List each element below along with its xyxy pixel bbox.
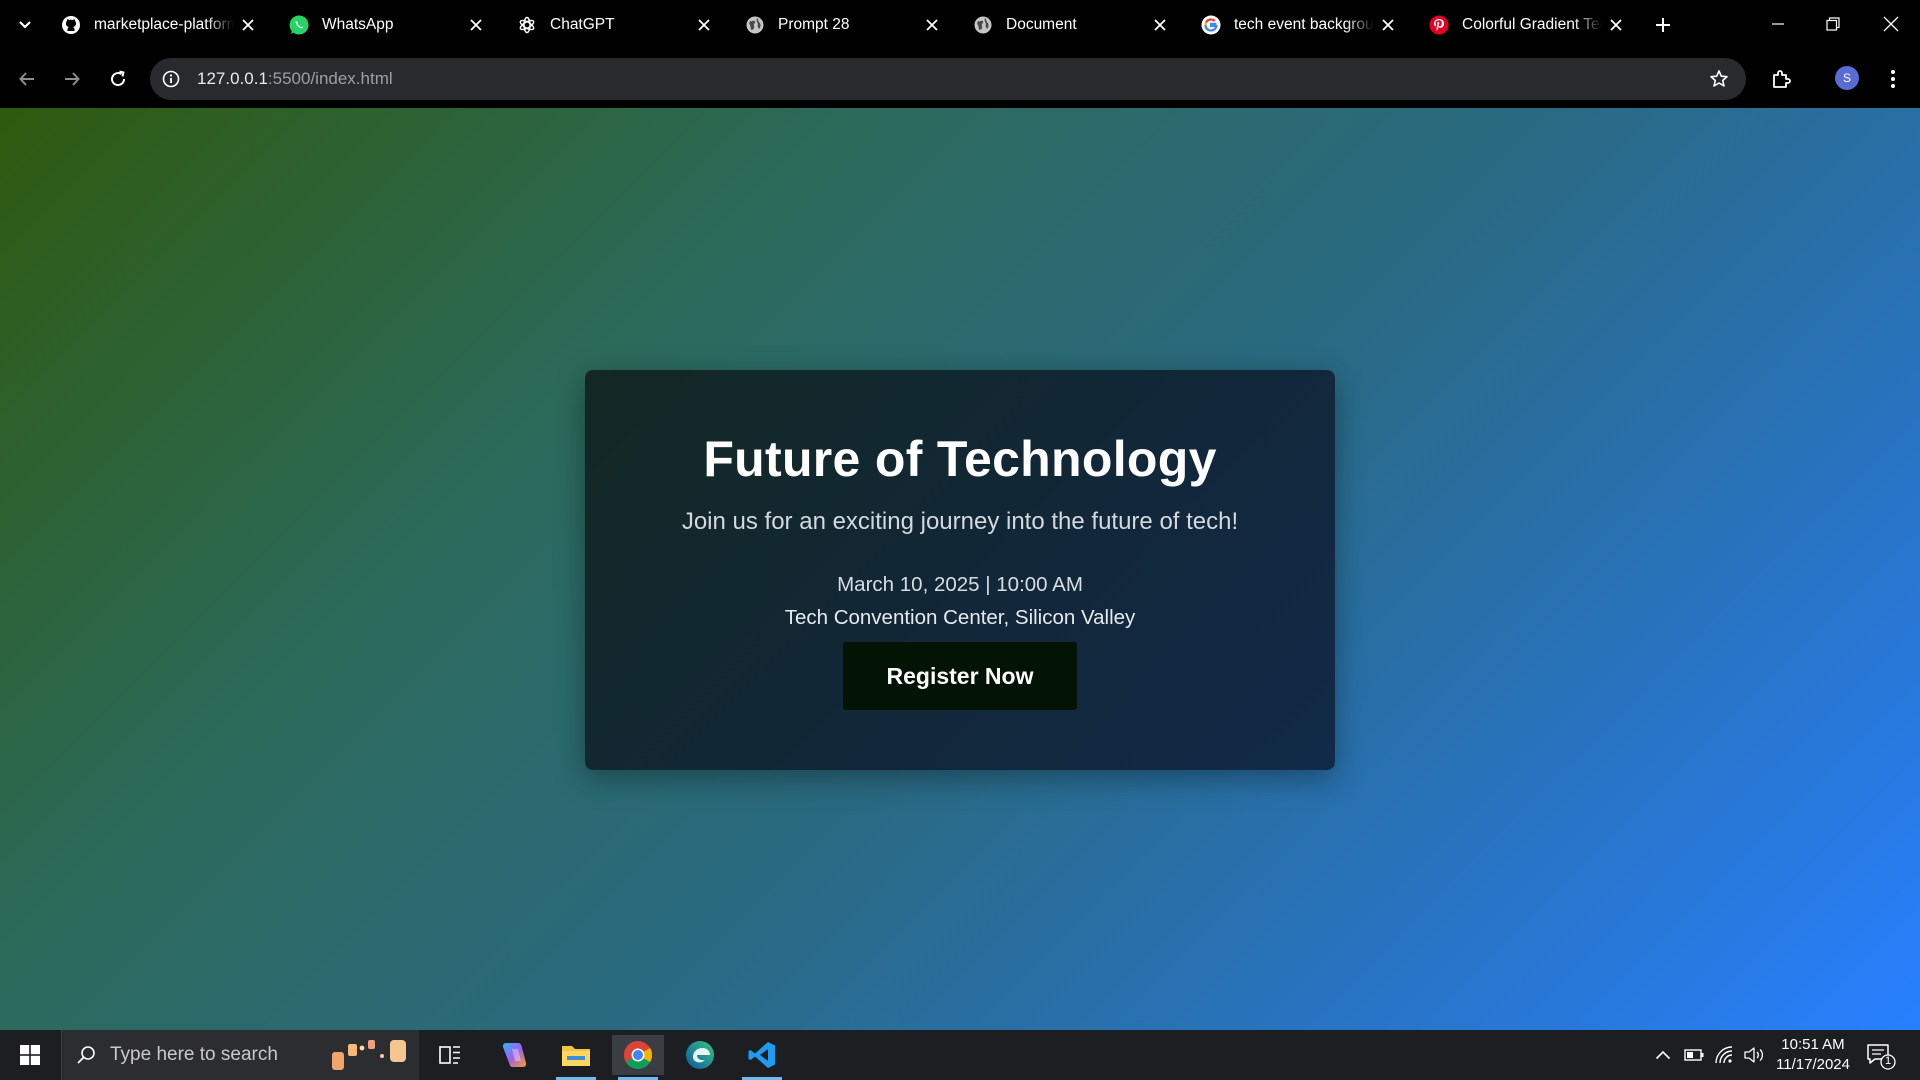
notification-count: 1 (1884, 1055, 1892, 1067)
volume-icon[interactable] (1743, 1044, 1765, 1066)
close-icon[interactable] (238, 15, 258, 35)
tab-title: marketplace-platform (94, 16, 234, 33)
new-tab-button[interactable] (1650, 12, 1676, 38)
tab-strip: marketplace-platform WhatsApp ChatGPT Pr… (0, 0, 1920, 50)
tab-title: tech event background (1234, 16, 1374, 33)
show-hidden-icons-button[interactable] (1652, 1044, 1674, 1066)
reload-button[interactable] (103, 64, 133, 94)
back-button[interactable] (12, 64, 42, 94)
chrome-button[interactable] (612, 1035, 664, 1080)
clock-time: 10:51 AM (1781, 1036, 1845, 1053)
close-icon[interactable] (694, 15, 714, 35)
tab-chatgpt[interactable]: ChatGPT (498, 8, 724, 42)
windows-logo-icon (20, 1045, 40, 1065)
reload-icon (111, 70, 126, 87)
tab-colorful-gradient-tech[interactable]: Colorful Gradient Tech (1410, 8, 1636, 42)
whatsapp-icon (288, 14, 310, 36)
tab-marketplace-platform[interactable]: marketplace-platform (42, 8, 268, 42)
close-icon[interactable] (922, 15, 942, 35)
chatgpt-icon (516, 14, 538, 36)
chevron-down-icon (19, 21, 31, 29)
tab-document[interactable]: Document (954, 8, 1180, 42)
tab-prompt-28[interactable]: Prompt 28 (726, 8, 952, 42)
tab-title: Colorful Gradient Tech (1462, 16, 1602, 33)
tab-title: ChatGPT (550, 16, 615, 33)
close-icon[interactable] (1378, 15, 1398, 35)
globe-icon (744, 14, 766, 36)
pinterest-icon (1428, 14, 1450, 36)
close-icon[interactable] (466, 15, 486, 35)
network-icon[interactable] (1713, 1044, 1735, 1066)
tab-tech-event-background[interactable]: tech event background (1182, 8, 1408, 42)
vscode-icon (748, 1042, 775, 1068)
restore-icon (1826, 17, 1840, 31)
tab-whatsapp[interactable]: WhatsApp (270, 8, 496, 42)
tab-search-button[interactable] (10, 12, 40, 38)
close-window-button[interactable] (1868, 8, 1914, 40)
chrome-icon (624, 1041, 652, 1069)
edge-icon (686, 1041, 714, 1069)
more-vertical-icon (1891, 70, 1895, 88)
event-date-time: March 10, 2025 | 10:00 AM (837, 573, 1083, 596)
file-explorer-button[interactable] (550, 1035, 602, 1080)
event-card: Future of Technology Join us for an exci… (585, 370, 1335, 770)
minimize-button[interactable] (1755, 8, 1801, 40)
forward-button[interactable] (57, 64, 87, 94)
tab-title: Prompt 28 (778, 16, 850, 33)
copilot-icon (502, 1043, 527, 1067)
restore-button[interactable] (1810, 8, 1856, 40)
file-explorer-icon (562, 1046, 590, 1066)
search-highlight-lanterns-icon[interactable] (328, 1036, 408, 1074)
event-subtitle: Join us for an exciting journey into the… (681, 508, 1239, 535)
system-clock[interactable]: 10:51 AM 11/17/2024 (1770, 1035, 1856, 1075)
event-venue: Tech Convention Center, Silicon Valley (784, 606, 1136, 629)
edge-button[interactable] (674, 1035, 726, 1075)
google-icon (1200, 14, 1222, 36)
plus-icon (1656, 18, 1670, 32)
minimize-icon (1772, 23, 1784, 25)
browser-toolbar: 127.0.0.1:5500/index.html (0, 50, 1920, 108)
taskbar-search-box[interactable]: Type here to search (61, 1030, 419, 1080)
windows-taskbar: Type here to search 10:51 AM 11/17/2024 (0, 1030, 1920, 1080)
task-view-icon (439, 1046, 460, 1064)
url-host: 127.0.0.1 (197, 69, 268, 88)
event-title: Future of Technology (703, 431, 1217, 487)
search-placeholder: Type here to search (110, 1044, 278, 1065)
clock-date: 11/17/2024 (1776, 1056, 1850, 1073)
close-icon[interactable] (1606, 15, 1626, 35)
tab-title: WhatsApp (322, 16, 394, 33)
puzzle-icon (1773, 70, 1791, 88)
profile-avatar[interactable]: S (1835, 66, 1859, 90)
notification-center-button[interactable]: 1 (1866, 1042, 1896, 1070)
tab-title: Document (1006, 16, 1077, 33)
github-icon (60, 14, 82, 36)
globe-icon (972, 14, 994, 36)
chevron-up-icon (1655, 1050, 1671, 1060)
extensions-button[interactable] (1766, 64, 1796, 94)
arrow-left-icon (19, 72, 34, 86)
site-info-icon[interactable] (160, 68, 182, 90)
address-bar[interactable]: 127.0.0.1:5500/index.html (150, 58, 1746, 100)
vscode-button[interactable] (736, 1035, 788, 1080)
close-icon (1883, 16, 1899, 32)
url-text[interactable]: 127.0.0.1:5500/index.html (197, 69, 393, 89)
browser-menu-button[interactable] (1880, 64, 1906, 94)
url-path: :5500/index.html (267, 69, 393, 88)
search-icon (74, 1043, 98, 1067)
task-view-button[interactable] (424, 1035, 476, 1075)
page-viewport: Future of Technology Join us for an exci… (0, 108, 1920, 1030)
battery-icon[interactable] (1683, 1044, 1705, 1066)
close-icon[interactable] (1150, 15, 1170, 35)
register-button[interactable]: Register Now (843, 642, 1077, 710)
bookmark-star-icon[interactable] (1708, 68, 1730, 90)
start-button[interactable] (0, 1030, 60, 1080)
copilot-button[interactable] (488, 1035, 540, 1075)
arrow-right-icon (65, 72, 80, 86)
